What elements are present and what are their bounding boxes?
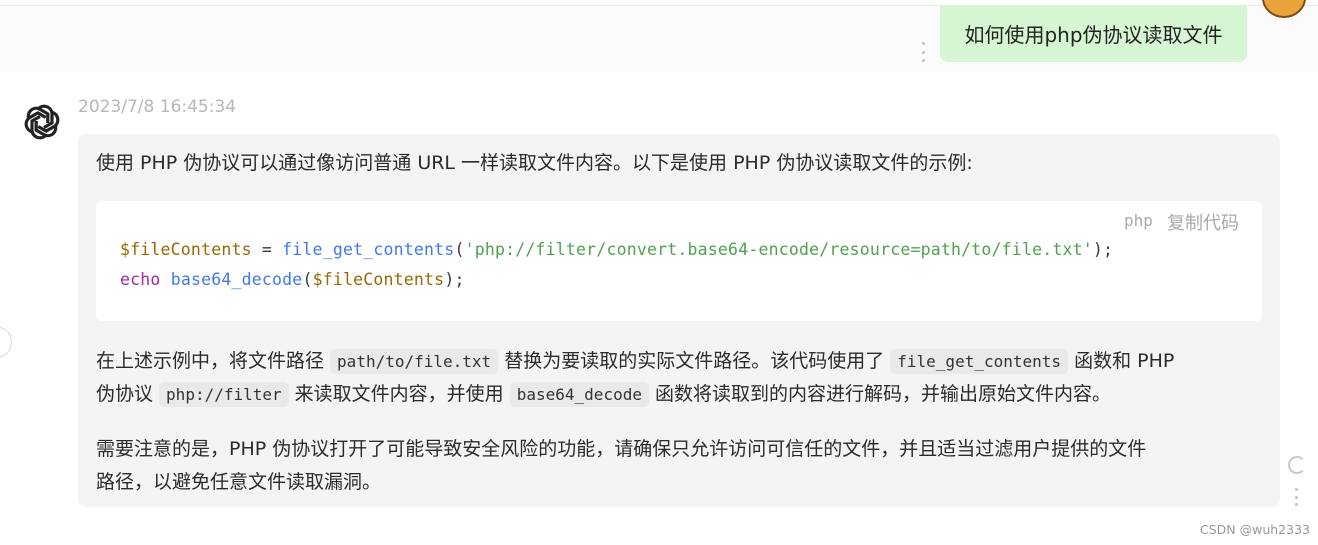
para3-line-1: 需要注意的是，PHP 伪协议打开了可能导致安全风险的功能，请确保只允许访问可信任… (96, 438, 1147, 460)
user-message-text: 如何使用php伪协议读取文件 (964, 23, 1223, 47)
inline-code: php://filter (159, 382, 289, 407)
code-keyword: echo (120, 270, 161, 289)
answer-intro: 使用 PHP 伪协议可以通过像访问普通 URL 一样读取文件内容。以下是使用 P… (96, 152, 973, 174)
code-operator: = (251, 240, 283, 259)
code-block (96, 201, 1262, 321)
code-string: 'php://filter/convert.base64-encode/reso… (464, 240, 1093, 259)
side-collapse-handle[interactable] (0, 327, 12, 357)
text-segment: 在上述示例中，将文件路径 (96, 350, 331, 372)
code-paren: ( (302, 270, 313, 289)
code-function: file_get_contents (282, 240, 455, 259)
answer-paragraph-3: 需要注意的是，PHP 伪协议打开了可能导致安全风险的功能，请确保只允许访问可信任… (96, 433, 1260, 499)
refresh-icon[interactable] (1288, 456, 1306, 474)
code-line-1: $fileContents = file_get_contents('php:/… (120, 240, 1113, 259)
text-segment: 伪协议 (96, 383, 160, 405)
watermark: CSDN @wuh2333 (1200, 522, 1310, 537)
user-message-bubble: 如何使用php伪协议读取文件 (940, 5, 1247, 62)
code-variable: $fileContents (312, 270, 445, 289)
code-line-2: echo base64_decode($fileContents); (120, 270, 465, 289)
para3-line-2: 路径，以避免任意文件读取漏洞。 (96, 471, 382, 493)
inline-code: base64_decode (509, 382, 649, 407)
text-segment: 函数和 PHP (1068, 350, 1175, 372)
kebab-menu-icon[interactable] (921, 42, 925, 62)
openai-logo-icon (24, 104, 60, 140)
text-segment: 函数将读取到的内容进行解码，并输出原始文件内容。 (648, 383, 1112, 405)
copy-code-button[interactable]: 复制代码 (1167, 209, 1239, 235)
message-timestamp: 2023/7/8 16:45:34 (78, 97, 237, 117)
code-language-label: php (1124, 211, 1153, 230)
kebab-menu-icon[interactable] (1294, 488, 1298, 506)
code-variable: $fileContents (120, 240, 252, 259)
text-segment: 替换为要读取的实际文件路径。该代码使用了 (498, 350, 891, 372)
text-segment: 来读取文件内容，并使用 (288, 383, 510, 405)
code-paren: ( (454, 240, 465, 259)
code-paren-close: ); (1092, 240, 1114, 259)
answer-paragraph-2: 在上述示例中，将文件路径 path/to/file.txt 替换为要读取的实际文… (96, 345, 1260, 411)
inline-code: file_get_contents (890, 349, 1069, 374)
code-paren-close: ); (444, 270, 465, 289)
code-function: base64_decode (170, 270, 303, 289)
inline-code: path/to/file.txt (330, 349, 499, 374)
